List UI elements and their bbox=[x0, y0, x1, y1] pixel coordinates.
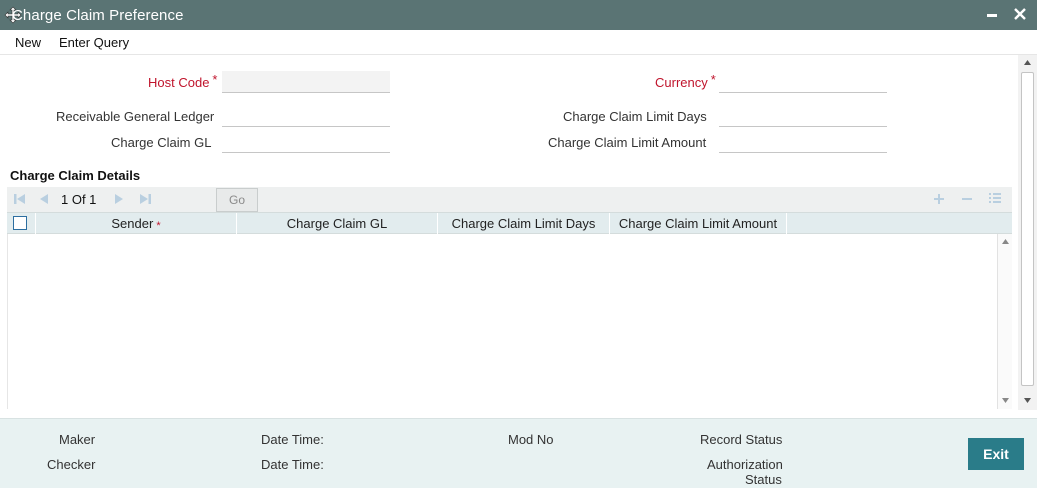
window-title: Charge Claim Preference bbox=[12, 7, 184, 24]
previous-page-icon[interactable] bbox=[38, 191, 50, 207]
window-scroll-up-icon[interactable] bbox=[1024, 60, 1031, 65]
currency-label: Currency * bbox=[655, 72, 716, 90]
claim-gl-field[interactable] bbox=[222, 131, 390, 153]
pager-text: 1 Of 1 bbox=[61, 192, 97, 207]
column-header-sender[interactable]: Sender * bbox=[36, 213, 237, 234]
mod-no-label: Mod No bbox=[508, 432, 554, 447]
next-page-icon[interactable] bbox=[113, 191, 125, 207]
claim-gl-label: Charge Claim GL bbox=[111, 135, 212, 150]
menu-item-new[interactable]: New bbox=[15, 35, 41, 50]
maker-label: Maker bbox=[59, 432, 96, 447]
authorization-status-label-line1: Authorization bbox=[707, 457, 783, 472]
window-scrollbar[interactable] bbox=[1018, 55, 1037, 410]
exit-button[interactable]: Exit bbox=[968, 438, 1024, 470]
checker-label: Checker bbox=[47, 457, 96, 472]
limit-amount-field[interactable] bbox=[719, 131, 887, 153]
column-header-limit-days[interactable]: Charge Claim Limit Days bbox=[438, 213, 610, 234]
column-header-charge-claim-gl[interactable]: Charge Claim GL bbox=[237, 213, 438, 234]
grid-header: Sender * Charge Claim GL Charge Claim Lim… bbox=[7, 212, 1012, 234]
receivable-gl-field[interactable] bbox=[222, 105, 390, 127]
grid-body bbox=[7, 234, 997, 409]
currency-field[interactable] bbox=[719, 71, 887, 93]
grid-toolbar: 1 Of 1 Go bbox=[7, 187, 1012, 212]
delete-row-icon[interactable] bbox=[961, 193, 973, 205]
audit-footer: Maker Checker Date Time: Date Time: Mod … bbox=[0, 418, 1037, 488]
menu-bar: New Enter Query bbox=[0, 30, 1037, 55]
select-all-cell bbox=[7, 213, 36, 234]
receivable-gl-label: Receivable General Ledger bbox=[56, 109, 215, 124]
record-status-label: Record Status bbox=[700, 432, 783, 447]
close-icon[interactable] bbox=[1012, 6, 1028, 22]
window-titlebar: Charge Claim Preference bbox=[0, 0, 1037, 30]
authorization-status-label-line2: Status bbox=[745, 472, 782, 487]
single-view-icon[interactable] bbox=[988, 191, 1002, 205]
add-row-icon[interactable] bbox=[933, 193, 945, 205]
limit-days-field[interactable] bbox=[719, 105, 887, 127]
minimize-icon[interactable] bbox=[985, 6, 999, 20]
maker-date-time-label: Date Time: bbox=[261, 432, 324, 447]
first-page-icon[interactable] bbox=[13, 191, 27, 207]
last-page-icon[interactable] bbox=[138, 191, 152, 207]
section-title: Charge Claim Details bbox=[10, 168, 141, 183]
limit-days-label: Charge Claim Limit Days bbox=[563, 109, 707, 124]
scroll-down-icon[interactable] bbox=[1002, 398, 1009, 403]
host-code-field[interactable] bbox=[222, 71, 390, 93]
window-scroll-thumb[interactable] bbox=[1021, 72, 1034, 386]
go-button[interactable]: Go bbox=[216, 188, 258, 212]
menu-item-enter-query[interactable]: Enter Query bbox=[59, 35, 129, 50]
scroll-up-icon[interactable] bbox=[1002, 239, 1009, 244]
limit-amount-label: Charge Claim Limit Amount bbox=[548, 135, 707, 150]
select-all-checkbox[interactable] bbox=[13, 216, 27, 230]
column-header-limit-amount[interactable]: Charge Claim Limit Amount bbox=[610, 213, 787, 234]
grid-scrollbar[interactable] bbox=[997, 234, 1012, 409]
host-code-label: Host Code * bbox=[148, 72, 218, 90]
window-scroll-down-icon[interactable] bbox=[1024, 398, 1031, 403]
checker-date-time-label: Date Time: bbox=[261, 457, 324, 472]
